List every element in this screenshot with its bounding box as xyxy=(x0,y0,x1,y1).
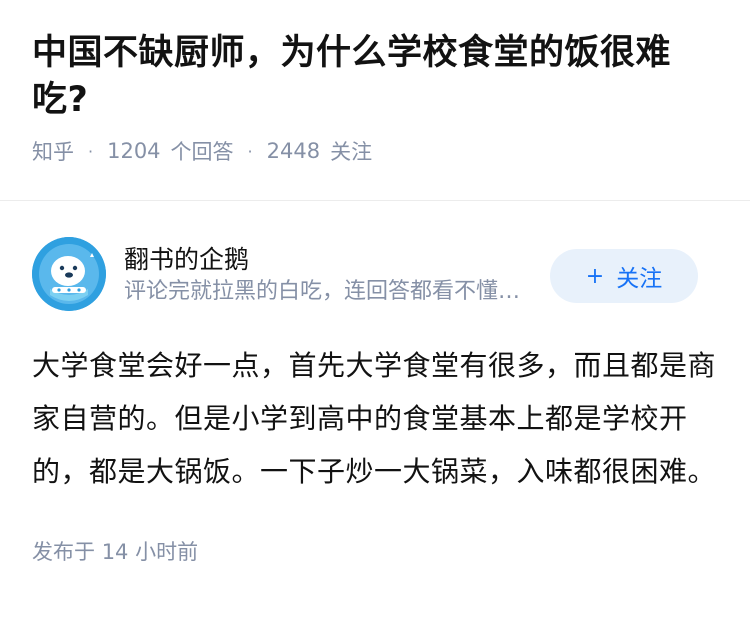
followers-label[interactable]: 关注 xyxy=(330,136,372,166)
follow-button[interactable]: + 关注 xyxy=(550,249,698,303)
answer-footer: 发布于 14 小时前 xyxy=(32,536,718,566)
answers-label[interactable]: 个回答 xyxy=(171,136,234,166)
answer-card: 翻书的企鹅 评论完就拉黑的白吃，连回答都看不懂的也拉黑 + 关注 大学食堂会好一… xyxy=(0,229,750,566)
separator-dot: · xyxy=(88,141,94,161)
answers-count: 1204 xyxy=(107,139,161,163)
published-time: 14 小时前 xyxy=(101,540,199,564)
followers-count: 2448 xyxy=(266,139,321,163)
author-row: 翻书的企鹅 评论完就拉黑的白吃，连回答都看不懂的也拉黑 + 关注 xyxy=(32,229,718,319)
plus-icon: + xyxy=(585,263,605,289)
follow-button-label: 关注 xyxy=(616,266,663,292)
question-header: 中国不缺厨师，为什么学校食堂的饭很难吃? 知乎 · 1204 个回答 · 244… xyxy=(0,0,750,170)
separator-dot: · xyxy=(247,141,253,161)
author-bio: 评论完就拉黑的白吃，连回答都看不懂的也拉黑 xyxy=(124,279,534,304)
answer-content[interactable]: 大学食堂会好一点，首先大学食堂有很多，而且都是商家自营的。但是小学到高中的食堂基… xyxy=(32,339,718,498)
source-label[interactable]: 知乎 xyxy=(32,136,74,166)
penguin-avatar-icon xyxy=(32,237,106,311)
published-label: 发布于 xyxy=(32,540,95,564)
divider xyxy=(0,200,750,201)
question-meta: 知乎 · 1204 个回答 · 2448 关注 xyxy=(32,136,718,166)
question-title[interactable]: 中国不缺厨师，为什么学校食堂的饭很难吃? xyxy=(32,30,718,124)
avatar[interactable] xyxy=(32,237,106,311)
